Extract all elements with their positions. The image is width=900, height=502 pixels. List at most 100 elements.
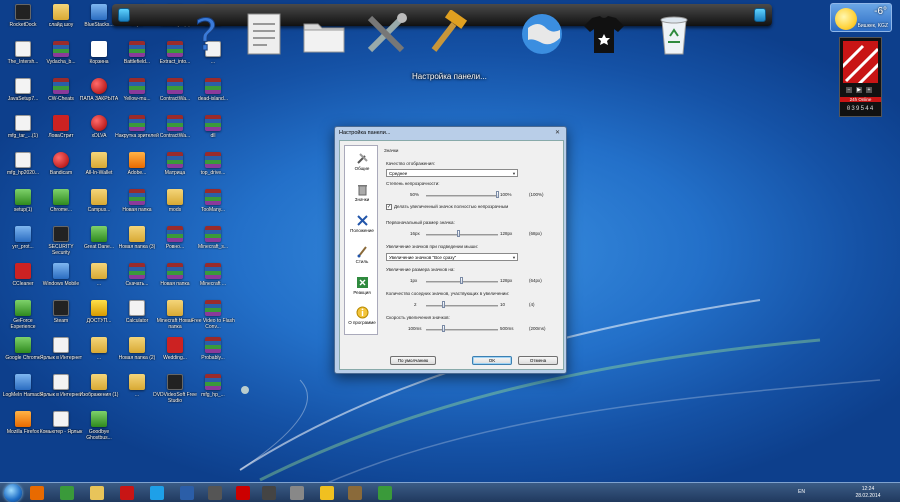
hammer-icon[interactable] bbox=[420, 10, 468, 58]
sidebar-item-style[interactable]: Стиль bbox=[345, 245, 379, 264]
bluestacks-icon[interactable] bbox=[378, 486, 392, 500]
sidebar-item-about[interactable]: О программе bbox=[345, 306, 379, 325]
folder-icon bbox=[167, 189, 183, 205]
sidebar-item-position[interactable]: Положение bbox=[345, 214, 379, 233]
neighbors-min: 2 bbox=[414, 302, 417, 307]
skype-icon[interactable] bbox=[150, 486, 164, 500]
opaque-checkbox[interactable]: ✓ bbox=[386, 204, 392, 210]
size-slider[interactable] bbox=[426, 234, 498, 236]
folder-icon bbox=[91, 263, 107, 279]
radio-icon[interactable] bbox=[120, 486, 134, 500]
desktop-icon[interactable]: Probably... bbox=[191, 337, 235, 374]
folder-icon bbox=[91, 189, 107, 205]
document-icon bbox=[15, 115, 31, 131]
app-icon bbox=[205, 337, 221, 353]
play-icon[interactable]: ▶ bbox=[856, 87, 862, 93]
weather-widget[interactable]: -6° Бишкек, KGZ bbox=[830, 3, 892, 32]
dock-hover-label: Настройка панели... bbox=[412, 72, 487, 81]
desktop-icon[interactable]: Free Video to Flash Conv... bbox=[191, 300, 235, 337]
app-icon bbox=[15, 189, 31, 205]
clock[interactable]: 12:24 28.02.2014 bbox=[844, 486, 892, 500]
ok-button[interactable]: OK bbox=[472, 356, 512, 365]
opacity-slider[interactable] bbox=[426, 195, 498, 197]
desktop-icon-label: dead-island... bbox=[197, 96, 229, 102]
app-icon bbox=[167, 374, 183, 390]
default-button[interactable]: По умолчанию bbox=[390, 356, 436, 365]
taskbar: EN 12:24 28.02.2014 bbox=[0, 482, 900, 502]
neighbors-slider[interactable] bbox=[426, 305, 498, 307]
record-icon[interactable] bbox=[236, 486, 250, 500]
desktop-icon[interactable]: Minecraft_s... bbox=[191, 226, 235, 263]
tshirt-icon[interactable] bbox=[580, 10, 628, 58]
firefox-icon[interactable] bbox=[30, 486, 44, 500]
desktop-icon[interactable]: Goodbye Ghostbus... bbox=[77, 411, 121, 448]
language-indicator[interactable]: EN bbox=[798, 489, 805, 495]
opacity-max: 100% bbox=[500, 192, 512, 197]
tool-icon[interactable] bbox=[348, 486, 362, 500]
desktop-icon-label: top_drive... bbox=[200, 170, 226, 176]
settings-doc-icon[interactable] bbox=[240, 10, 288, 58]
desktop-icon-label: Minecraft_s... bbox=[197, 244, 228, 250]
app-icon bbox=[205, 300, 221, 316]
app-icon bbox=[15, 226, 31, 242]
radio-logo-icon bbox=[843, 41, 878, 83]
opacity-value: (100%) bbox=[529, 192, 544, 197]
sidebar-item-general[interactable]: Общие bbox=[345, 152, 379, 171]
game-icon[interactable] bbox=[208, 486, 222, 500]
folder-icon bbox=[129, 374, 145, 390]
app-icon bbox=[205, 189, 221, 205]
recycle-bin-icon[interactable] bbox=[650, 10, 698, 58]
word-icon[interactable] bbox=[180, 486, 194, 500]
app-icon bbox=[129, 263, 145, 279]
excel-icon bbox=[356, 277, 368, 288]
close-button[interactable]: ✕ bbox=[553, 129, 562, 137]
desktop-icon[interactable]: dll bbox=[191, 115, 235, 152]
chrome-icon[interactable] bbox=[320, 486, 334, 500]
sidebar-item-reaction[interactable]: Реакция bbox=[345, 276, 379, 295]
help-icon[interactable]: ? bbox=[182, 10, 230, 58]
desktop-icon[interactable]: mfg_hp_... bbox=[191, 374, 235, 411]
explorer-icon[interactable] bbox=[90, 486, 104, 500]
hover-select[interactable]: Увеличение значков "Все сразу" ▼ bbox=[386, 253, 518, 261]
document-icon bbox=[15, 78, 31, 94]
camera-icon[interactable] bbox=[290, 486, 304, 500]
desktop-icon-label: ... bbox=[210, 59, 216, 65]
utorrent-icon[interactable] bbox=[60, 486, 74, 500]
desktop-icon[interactable]: Minecraft ... bbox=[191, 263, 235, 300]
minus-icon[interactable]: − bbox=[846, 87, 852, 93]
globe-icon[interactable] bbox=[518, 10, 566, 58]
app-icon bbox=[53, 189, 69, 205]
dock-right-cap bbox=[754, 8, 766, 22]
weather-temp: -6° bbox=[874, 6, 887, 17]
folder-icon bbox=[91, 152, 107, 168]
speed-max: 500ms bbox=[500, 326, 514, 331]
media-icon[interactable] bbox=[262, 486, 276, 500]
zoom-slider-thumb[interactable] bbox=[460, 277, 463, 284]
chevron-down-icon: ▼ bbox=[512, 255, 516, 260]
icons-settings-panel: Значки Качество отображения: Среднее ▼ Ст… bbox=[382, 145, 562, 335]
app-icon bbox=[205, 78, 221, 94]
folder-icon bbox=[129, 337, 145, 353]
desktop-icon[interactable]: TooMany... bbox=[191, 189, 235, 226]
document-icon bbox=[53, 411, 69, 427]
quality-select[interactable]: Среднее ▼ bbox=[386, 169, 518, 177]
neighbors-slider-thumb[interactable] bbox=[442, 301, 445, 308]
speed-slider[interactable] bbox=[426, 329, 498, 331]
size-slider-thumb[interactable] bbox=[457, 230, 461, 237]
radio-widget[interactable]: − ▶ + 24h Online 039544 bbox=[839, 37, 882, 117]
desktop-icon[interactable]: dead-island... bbox=[191, 78, 235, 115]
plus-icon[interactable]: + bbox=[866, 87, 872, 93]
radio-counter: 039544 bbox=[846, 105, 875, 112]
info-icon bbox=[356, 306, 368, 319]
app-icon bbox=[15, 300, 31, 316]
opacity-slider-thumb[interactable] bbox=[496, 191, 499, 198]
desktop-icon[interactable]: top_drive... bbox=[191, 152, 235, 189]
speed-slider-thumb[interactable] bbox=[442, 325, 445, 332]
start-button[interactable] bbox=[4, 484, 22, 502]
app-icon bbox=[91, 300, 107, 316]
cancel-button[interactable]: Отмена bbox=[518, 356, 558, 365]
sidebar-item-icons[interactable]: Значки bbox=[345, 183, 379, 202]
app-icon bbox=[91, 411, 107, 427]
tools-icon[interactable] bbox=[362, 10, 410, 58]
folder-icon[interactable] bbox=[300, 10, 348, 58]
